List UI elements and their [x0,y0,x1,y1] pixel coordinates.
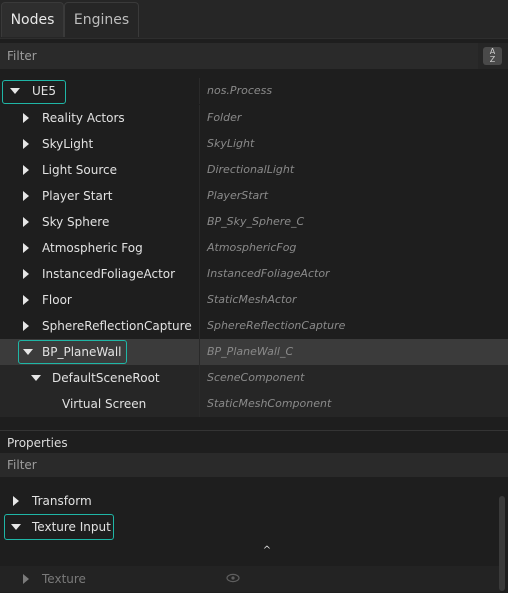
chevron-right-icon[interactable] [20,242,32,254]
tree-row[interactable]: Floor StaticMeshActor [0,287,508,313]
tree-item-type: PlayerStart [207,189,269,202]
property-group-texture-input[interactable]: Texture Input [0,514,500,540]
tree-item-type: DirectionalLight [207,163,295,176]
column-separator [199,183,200,209]
properties-title: Properties [7,436,68,450]
chevron-down-icon[interactable] [10,85,22,97]
tree-item-name: Reality Actors [42,111,125,125]
nodes-filter-input[interactable] [0,43,478,69]
tree-row[interactable]: SkyLight SkyLight [0,131,508,157]
chevron-down-icon[interactable] [23,346,35,358]
tree-item-name: Light Source [42,163,117,177]
tree-item-name: SkyLight [42,137,94,151]
column-separator [199,287,200,313]
properties-filter-bar [0,453,508,477]
property-label: Texture [42,572,86,586]
tree-item-type: StaticMeshActor [207,293,297,306]
chevron-right-icon[interactable] [20,112,32,124]
property-row-texture[interactable]: Texture [0,566,500,592]
tree-item-name: UE5 [32,84,56,98]
tree-row[interactable]: Sky Sphere BP_Sky_Sphere_C [0,209,508,235]
tab-bar: Nodes Engines [0,0,508,39]
chevron-right-icon[interactable] [20,320,32,332]
tree-row[interactable]: DefaultSceneRoot SceneComponent [0,365,508,391]
column-separator [199,131,200,157]
column-separator [199,105,200,131]
tree-row-selected[interactable]: BP_PlaneWall BP_PlaneWall_C [0,339,508,365]
tree-item-type: AtmosphericFog [207,241,297,254]
tree-item-type: BP_Sky_Sphere_C [207,215,305,228]
property-group-label: Transform [32,494,92,508]
tree-row-ue5[interactable]: UE5 nos.Process [0,78,508,104]
chevron-right-icon[interactable] [20,164,32,176]
property-group-label: Texture Input [32,520,111,534]
tree-row[interactable]: Light Source DirectionalLight [0,157,508,183]
tree-item-type: SceneComponent [207,371,305,384]
tree-item-type: InstancedFoliageActor [207,267,330,280]
column-separator [199,235,200,261]
tree-row[interactable]: SphereReflectionCapture SphereReflection… [0,313,508,339]
tab-engines[interactable]: Engines [64,2,139,37]
tree-row[interactable]: Player Start PlayerStart [0,183,508,209]
chevron-right-icon[interactable] [20,268,32,280]
tree-item-type: SkyLight [207,137,255,150]
column-separator [199,391,200,417]
properties-scrollbar[interactable] [499,496,505,591]
tree-item-name: Sky Sphere [42,215,110,229]
chevron-right-icon[interactable] [20,573,32,585]
tree-item-type: BP_PlaneWall_C [207,345,294,358]
tree-item-name: BP_PlaneWall [42,345,122,359]
column-separator [199,157,200,183]
panel-divider[interactable] [0,430,508,431]
chevron-down-icon[interactable] [31,372,43,384]
chevron-right-icon[interactable] [20,190,32,202]
tree-item-name: Player Start [42,189,113,203]
tree-row[interactable]: Atmospheric Fog AtmosphericFog [0,235,508,261]
tree-item-name: InstancedFoliageActor [42,267,176,281]
properties-filter-input[interactable] [0,453,508,477]
tree-item-type: Folder [207,111,242,124]
column-separator [199,261,200,287]
tree-item-name: Virtual Screen [62,397,147,411]
chevron-right-icon[interactable] [20,294,32,306]
tree-row[interactable]: Reality Actors Folder [0,105,508,131]
tree-item-type: SphereReflectionCapture [207,319,346,332]
column-separator [199,313,200,339]
property-group-transform[interactable]: Transform [0,488,500,514]
column-separator [199,209,200,235]
tree-item-name: DefaultSceneRoot [52,371,160,385]
tree-item-name: SphereReflectionCapture [42,319,192,333]
column-separator [199,365,200,391]
tree-row[interactable]: Virtual Screen StaticMeshComponent [0,391,508,417]
column-separator [199,339,200,365]
column-separator [199,78,200,104]
tree-item-type: StaticMeshComponent [207,397,332,410]
chevron-down-icon[interactable] [11,521,23,533]
tab-nodes[interactable]: Nodes [1,2,64,37]
sort-glyph-bottom: Z [489,55,496,64]
eye-icon[interactable] [226,573,240,583]
tree-item-type: nos.Process [207,84,273,97]
nodes-filter-bar: A Z [0,43,508,69]
chevron-right-icon[interactable] [10,495,22,507]
tree-row[interactable]: InstancedFoliageActor InstancedFoliageAc… [0,261,508,287]
chevron-right-icon[interactable] [20,216,32,228]
tree-item-name: Floor [42,293,72,307]
chevron-right-icon[interactable] [20,138,32,150]
caret-up-icon[interactable]: ^ [262,546,272,556]
tree-item-name: Atmospheric Fog [42,241,143,255]
sort-alpha-icon[interactable]: A Z [483,47,502,65]
